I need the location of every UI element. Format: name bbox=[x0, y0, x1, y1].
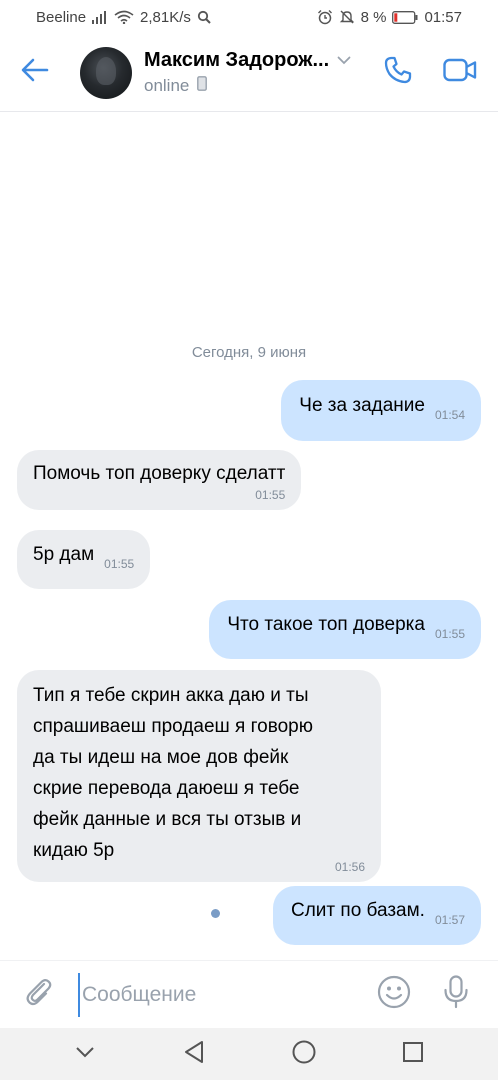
message-time: 01:54 bbox=[434, 408, 465, 422]
message-time: 01:55 bbox=[104, 557, 135, 571]
message-text: Слит по базам. bbox=[291, 900, 425, 921]
microphone-icon bbox=[443, 975, 469, 1014]
clock: 01:57 bbox=[424, 8, 462, 26]
date-separator: Сегодня, 9 июня bbox=[191, 344, 307, 361]
emoji-button[interactable] bbox=[374, 975, 414, 1015]
chat-header: Максим Задорож... online bbox=[0, 34, 498, 112]
chevron-down-icon bbox=[75, 1045, 95, 1063]
message-text-line: скрие перевода даюеш я тебе bbox=[33, 778, 300, 799]
network-speed: 2,81K/s bbox=[140, 8, 191, 26]
message-text-line: Тип я тебе скрин акка даю и ты bbox=[33, 685, 309, 706]
message-bubble-outgoing[interactable]: Че за задание 01:54 bbox=[281, 380, 481, 441]
carrier-label: Beeline bbox=[36, 8, 87, 26]
video-call-button[interactable] bbox=[438, 51, 482, 95]
message-time: 01:55 bbox=[434, 627, 465, 641]
message-bubble-incoming[interactable]: Помочь топ доверку сделатт 01:55 bbox=[17, 450, 302, 510]
attach-button[interactable] bbox=[0, 961, 78, 1029]
nav-recents-button[interactable] bbox=[391, 1032, 435, 1076]
message-input[interactable] bbox=[78, 972, 368, 1017]
battery-percent: 8 % bbox=[360, 8, 387, 26]
message-text-line: фейк данные и вся ты отзыв и bbox=[33, 809, 302, 830]
message-text: Че за задание bbox=[299, 395, 425, 416]
message-text-line: спрашиваеш продаеш я говорю bbox=[33, 716, 313, 737]
status-bar: Beeline 2,81K/s 8 % 01:57 bbox=[0, 0, 498, 34]
contact-name-row: Максим Задорож... bbox=[144, 49, 358, 72]
mute-icon bbox=[339, 9, 355, 25]
phone-icon bbox=[383, 55, 413, 90]
recent-square-icon bbox=[402, 1041, 424, 1068]
smiley-icon bbox=[377, 975, 411, 1014]
header-actions bbox=[376, 51, 498, 95]
message-list[interactable]: Сегодня, 9 июня Че за задание 01:54 Помоч… bbox=[0, 112, 498, 960]
message-text: Что такое топ доверка bbox=[227, 614, 425, 635]
composer-actions bbox=[374, 975, 498, 1015]
avatar[interactable] bbox=[80, 46, 132, 99]
message-text: Помочь топ доверку сделатт bbox=[33, 463, 286, 484]
message-bubble-incoming[interactable]: Тип я тебе скрин акка даю и ты спрашивае… bbox=[17, 670, 381, 882]
nav-collapse-button[interactable] bbox=[63, 1032, 107, 1076]
message-composer bbox=[0, 960, 498, 1028]
alarm-icon bbox=[317, 9, 333, 25]
search-icon bbox=[197, 10, 211, 24]
message-bubble-outgoing[interactable]: Что такое топ доверка 01:55 bbox=[209, 600, 481, 659]
status-bar-right: 8 % 01:57 bbox=[317, 9, 462, 26]
message-bubble-outgoing[interactable]: Слит по базам. 01:57 bbox=[273, 886, 481, 945]
contact-name: Максим Задорож... bbox=[144, 49, 330, 71]
back-arrow-icon bbox=[21, 58, 49, 87]
system-navigation-bar bbox=[0, 1028, 498, 1080]
status-bar-left: Beeline 2,81K/s bbox=[36, 9, 211, 26]
message-bubble-incoming[interactable]: 5р дам 01:55 bbox=[17, 530, 151, 589]
back-button[interactable] bbox=[0, 34, 70, 112]
message-time: 01:55 bbox=[255, 488, 286, 502]
wifi-icon bbox=[114, 10, 134, 24]
mobile-device-icon bbox=[197, 76, 208, 96]
call-button[interactable] bbox=[376, 51, 420, 95]
chevron-down-icon bbox=[337, 52, 351, 70]
contact-status-row: online bbox=[144, 76, 358, 96]
voice-message-button[interactable] bbox=[436, 975, 476, 1015]
nav-home-button[interactable] bbox=[282, 1032, 326, 1076]
contact-status: online bbox=[144, 76, 190, 95]
message-text-line: да ты идеш на мое дов фейк bbox=[33, 747, 289, 768]
battery-icon bbox=[392, 10, 418, 24]
contact-info[interactable]: Максим Задорож... online bbox=[144, 49, 358, 96]
message-time: 01:57 bbox=[434, 913, 465, 927]
unread-indicator bbox=[211, 909, 220, 918]
message-text: 5р дам bbox=[33, 544, 95, 565]
nav-back-button[interactable] bbox=[172, 1032, 216, 1076]
signal-icon bbox=[92, 10, 108, 24]
home-circle-icon bbox=[291, 1039, 317, 1070]
paperclip-icon bbox=[24, 977, 54, 1012]
video-camera-icon bbox=[443, 58, 477, 87]
back-triangle-icon bbox=[183, 1040, 205, 1069]
